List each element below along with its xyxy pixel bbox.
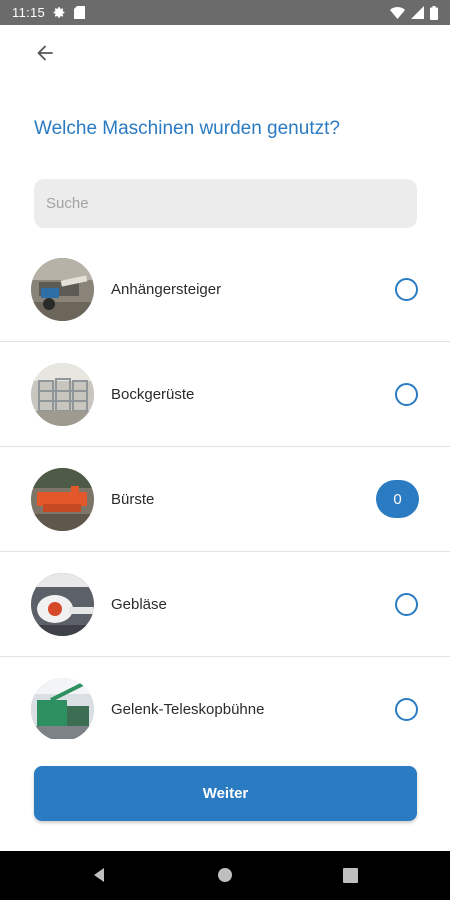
select-radio[interactable]: [395, 592, 418, 616]
wifi-icon: [390, 6, 405, 19]
machine-list: Anhängersteiger Bockgerüste Bürste 0 Geb…: [0, 237, 450, 739]
list-item-buerste[interactable]: Bürste 0: [0, 447, 450, 552]
machine-photo-bockgerueste: [31, 362, 94, 426]
machine-label: Anhängersteiger: [111, 280, 222, 298]
machine-photo-buerste: [31, 467, 94, 531]
select-radio[interactable]: [395, 277, 418, 301]
status-left: 11:15: [12, 5, 86, 20]
search-input[interactable]: [34, 179, 417, 228]
gear-icon: [53, 6, 66, 19]
status-right: [390, 5, 438, 20]
next-button[interactable]: Weiter: [34, 766, 417, 821]
arrow-left-icon: [35, 43, 55, 68]
back-triangle-icon[interactable]: [79, 855, 119, 895]
select-radio[interactable]: [395, 382, 418, 406]
machine-label: Gebläse: [111, 595, 167, 613]
machine-photo-geblaese: [31, 572, 94, 636]
select-radio[interactable]: [395, 698, 418, 721]
recents-square-icon[interactable]: [330, 855, 370, 895]
sd-card-icon: [74, 6, 86, 19]
machine-photo-gelenk-teleskopbuehne: [31, 678, 94, 739]
machine-photo-anhaengersteiger: [31, 257, 94, 321]
page-title: Welche Maschinen wurden genutzt?: [34, 118, 340, 139]
navigation-bar: [0, 851, 450, 900]
home-circle-icon[interactable]: [205, 855, 245, 895]
list-item-geblaese[interactable]: Gebläse: [0, 552, 450, 657]
status-bar: 11:15: [0, 0, 450, 25]
signal-icon: [411, 6, 424, 19]
list-item-gelenk-teleskopbuehne[interactable]: Gelenk-Teleskopbühne: [0, 657, 450, 739]
machine-label: Bürste: [111, 490, 155, 508]
list-item-bockgerueste[interactable]: Bockgerüste: [0, 342, 450, 447]
machine-label: Bockgerüste: [111, 385, 195, 403]
battery-icon: [430, 5, 438, 20]
list-item-anhaengersteiger[interactable]: Anhängersteiger: [0, 237, 450, 342]
status-time: 11:15: [12, 5, 46, 20]
back-button[interactable]: [30, 40, 60, 70]
machine-label: Gelenk-Teleskopbühne: [111, 701, 265, 718]
count-badge[interactable]: 0: [376, 480, 419, 518]
